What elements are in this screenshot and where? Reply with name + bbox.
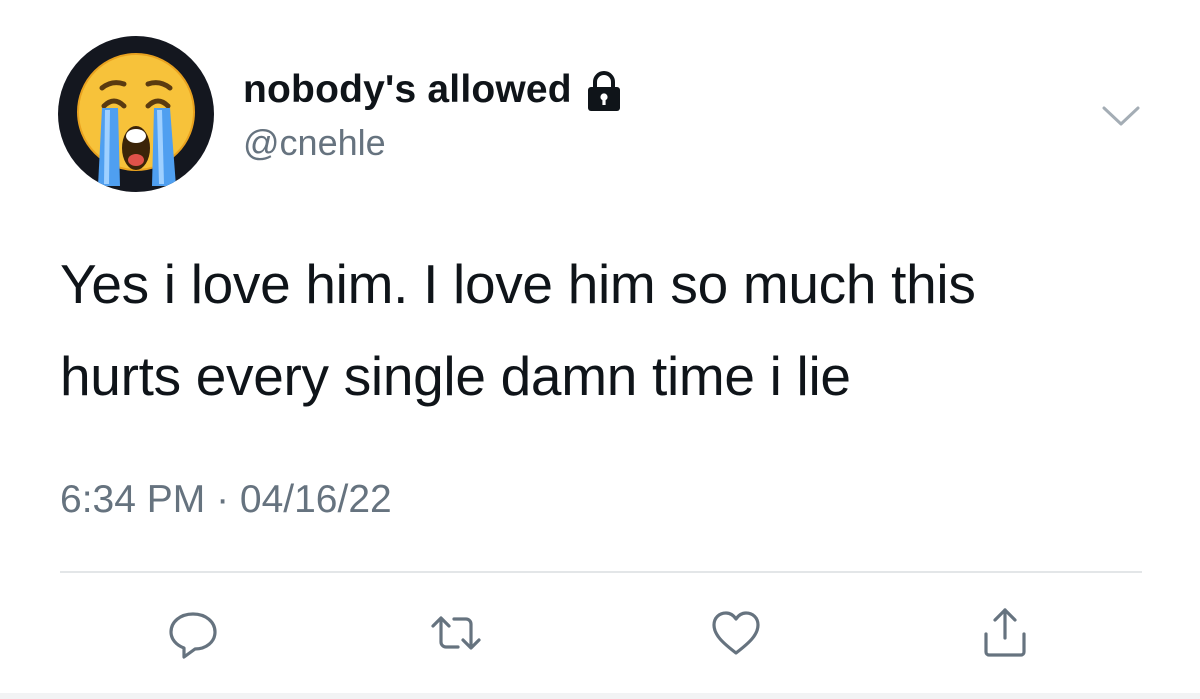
like-button[interactable] — [701, 598, 771, 668]
tweet-text-line: Yes i love him. I love him so much this — [60, 253, 976, 315]
tweet-card: nobody's allowed @cnehle Yes i love him.… — [0, 0, 1200, 699]
crying-face-icon — [77, 53, 195, 186]
bottom-separator — [0, 693, 1200, 699]
tweet-text: Yes i love him. I love him so much this … — [60, 238, 1160, 422]
heart-icon — [712, 611, 760, 655]
action-bar — [0, 598, 1200, 668]
retweet-icon — [431, 616, 481, 650]
retweet-button[interactable] — [421, 598, 491, 668]
user-handle[interactable]: @cnehle — [243, 122, 386, 164]
avatar[interactable] — [58, 36, 214, 192]
reply-bubble-icon — [169, 612, 217, 659]
share-button[interactable] — [970, 598, 1040, 668]
author-name-row: nobody's allowed — [243, 62, 622, 118]
tweet-text-line: hurts every single damn time i lie — [60, 345, 851, 407]
divider — [60, 571, 1142, 573]
display-name[interactable]: nobody's allowed — [243, 68, 572, 112]
lock-icon — [586, 70, 622, 112]
share-upload-icon — [984, 608, 1026, 657]
reply-button[interactable] — [158, 598, 228, 668]
tweet-timestamp[interactable]: 6:34 PM · 04/16/22 — [60, 478, 392, 522]
chevron-down-icon[interactable] — [1098, 96, 1144, 136]
